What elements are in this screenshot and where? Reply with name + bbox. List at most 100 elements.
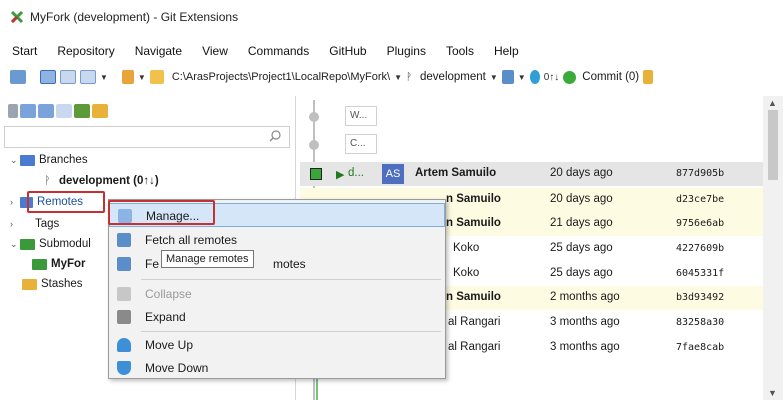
menu-item-fetch-prune[interactable]: Fe motes	[109, 252, 445, 276]
scrollbar-thumb[interactable]	[768, 110, 778, 180]
commit-date: 21 days ago	[550, 217, 613, 229]
commit-author: n Samuilo	[446, 217, 501, 229]
arrow-up-icon	[117, 338, 131, 352]
message-filter[interactable]: C...	[345, 134, 377, 154]
tree-node-branches[interactable]: ⌄ Branches	[10, 150, 88, 170]
folder-icon[interactable]	[149, 70, 164, 84]
tree-node-stashes[interactable]: Stashes	[22, 274, 83, 294]
tree-label-submodule-item: MyFor	[51, 258, 86, 270]
commit-author: n Samuilo	[446, 193, 501, 205]
chevron-down-icon[interactable]: ▼	[490, 73, 498, 82]
branch-icon: ᚹ	[406, 71, 413, 83]
menu-github[interactable]: GitHub	[329, 44, 366, 58]
tree-label-current-branch: development (0↑↓)	[59, 175, 159, 187]
tree-node-submodules[interactable]: ⌄ Submodul	[10, 234, 91, 254]
branch-label: d...	[348, 167, 364, 179]
chevron-right-icon[interactable]: ›	[10, 197, 20, 207]
layout-2-icon[interactable]	[60, 70, 76, 84]
repo-path[interactable]: C:\ArasProjects\Project1\LocalRepo\MyFor…	[172, 71, 390, 83]
graph-node	[309, 112, 319, 122]
commit-date: 3 months ago	[550, 316, 620, 328]
tree-search-input[interactable]	[4, 126, 290, 148]
tree-node-current-branch[interactable]: ᚹ development (0↑↓)	[44, 171, 159, 191]
chevron-down-icon[interactable]: ▼	[138, 73, 146, 82]
menu-item-expand[interactable]: Expand	[109, 305, 445, 329]
commit-author: al Rangari	[448, 316, 501, 328]
branch-selector[interactable]: development	[420, 71, 486, 83]
menu-tools[interactable]: Tools	[446, 44, 474, 58]
graph-node	[309, 140, 319, 150]
vertical-scrollbar[interactable]: ▲ ▼	[763, 96, 783, 400]
branch-flag-icon: ▶	[336, 169, 345, 181]
tree-view-4-icon[interactable]	[74, 104, 90, 118]
commit-author: al Rangari	[448, 341, 501, 353]
layout-1-icon[interactable]	[40, 70, 56, 84]
fetch-prune-icon	[117, 257, 131, 271]
layout-3-icon[interactable]	[80, 70, 96, 84]
commit-date: 2 months ago	[550, 291, 620, 303]
menu-navigate[interactable]: Navigate	[135, 44, 182, 58]
menu-repository[interactable]: Repository	[57, 44, 114, 58]
collapse-icon	[117, 287, 131, 301]
chevron-down-icon[interactable]: ⌄	[10, 239, 20, 250]
menu-view[interactable]: View	[202, 44, 228, 58]
refresh-icon[interactable]	[10, 70, 26, 84]
commit-row[interactable]: ▶ d... AS Artem Samuilo 20 days ago 877d…	[300, 162, 763, 186]
stashes-folder-icon	[22, 278, 37, 290]
menu-item-collapse-label: Collapse	[145, 287, 192, 301]
tree-node-submodule-item[interactable]: MyFor	[32, 254, 86, 274]
push-icon[interactable]	[529, 70, 540, 84]
stash-icon[interactable]	[643, 70, 654, 84]
commit-date: 25 days ago	[550, 267, 613, 279]
tree-node-tags[interactable]: › Tags	[10, 214, 59, 234]
submodule-icon	[32, 258, 47, 270]
commit-hash: b3d93492	[676, 292, 725, 303]
commit-author: n Samuilo	[446, 291, 501, 303]
tree-label-submodules: Submodul	[39, 238, 91, 250]
git-extensions-logo-icon	[10, 10, 24, 24]
tree-view-2-icon[interactable]	[38, 104, 54, 118]
tree-view-5-icon[interactable]	[92, 104, 108, 118]
commit-date: 25 days ago	[550, 242, 613, 254]
branches-folder-icon	[20, 154, 35, 166]
expand-icon	[117, 310, 131, 324]
menu-commands[interactable]: Commands	[248, 44, 309, 58]
commit-hash: 4227609b	[676, 243, 725, 254]
commit-author: Artem Samuilo	[415, 167, 497, 179]
pull-icon[interactable]	[501, 70, 514, 84]
commit-author: Koko	[453, 267, 480, 279]
tree-view-1-icon[interactable]	[20, 104, 36, 118]
menu-bar: Start Repository Navigate View Commands …	[0, 40, 539, 62]
author-filter[interactable]: W...	[345, 106, 377, 126]
scroll-up-icon[interactable]: ▲	[768, 98, 777, 108]
commit-date: 3 months ago	[550, 341, 620, 353]
menu-item-move-down[interactable]: Move Down	[109, 356, 445, 380]
chevron-down-icon[interactable]: ▼	[394, 73, 402, 82]
menu-plugins[interactable]: Plugins	[387, 44, 426, 58]
menu-help[interactable]: Help	[494, 44, 519, 58]
tree-label-tags: Tags	[35, 218, 60, 230]
menu-start[interactable]: Start	[12, 44, 37, 58]
menu-item-fetch-prune-suffix: motes	[273, 257, 306, 271]
tree-view-3-icon[interactable]	[56, 104, 72, 118]
menu-item-move-up[interactable]: Move Up	[109, 333, 445, 357]
menu-item-move-down-label: Move Down	[145, 361, 209, 375]
chevron-down-icon[interactable]: ⌄	[10, 155, 20, 166]
commit-button[interactable]: Commit (0)	[582, 71, 639, 83]
menu-divider	[141, 331, 441, 332]
pin-icon[interactable]	[8, 104, 18, 118]
commit-hash: 83258a30	[676, 317, 725, 328]
chevron-right-icon[interactable]: ›	[10, 219, 20, 229]
menu-item-fetch-all-label: Fetch all remotes	[145, 233, 238, 247]
commit-hash: 7fae8cab	[676, 342, 725, 353]
menu-item-move-up-label: Move Up	[145, 338, 194, 352]
tree-label-branches: Branches	[39, 154, 88, 166]
menu-item-fetch-all[interactable]: Fetch all remotes	[109, 228, 445, 252]
menu-item-fetch-prune-prefix: Fe	[145, 257, 160, 271]
back-icon[interactable]	[121, 70, 134, 84]
chevron-down-icon[interactable]: ▼	[518, 73, 526, 82]
avatar: AS	[382, 164, 404, 184]
chevron-down-icon[interactable]: ▼	[100, 73, 108, 82]
submodules-folder-icon	[20, 238, 35, 250]
scroll-down-icon[interactable]: ▼	[768, 388, 777, 398]
